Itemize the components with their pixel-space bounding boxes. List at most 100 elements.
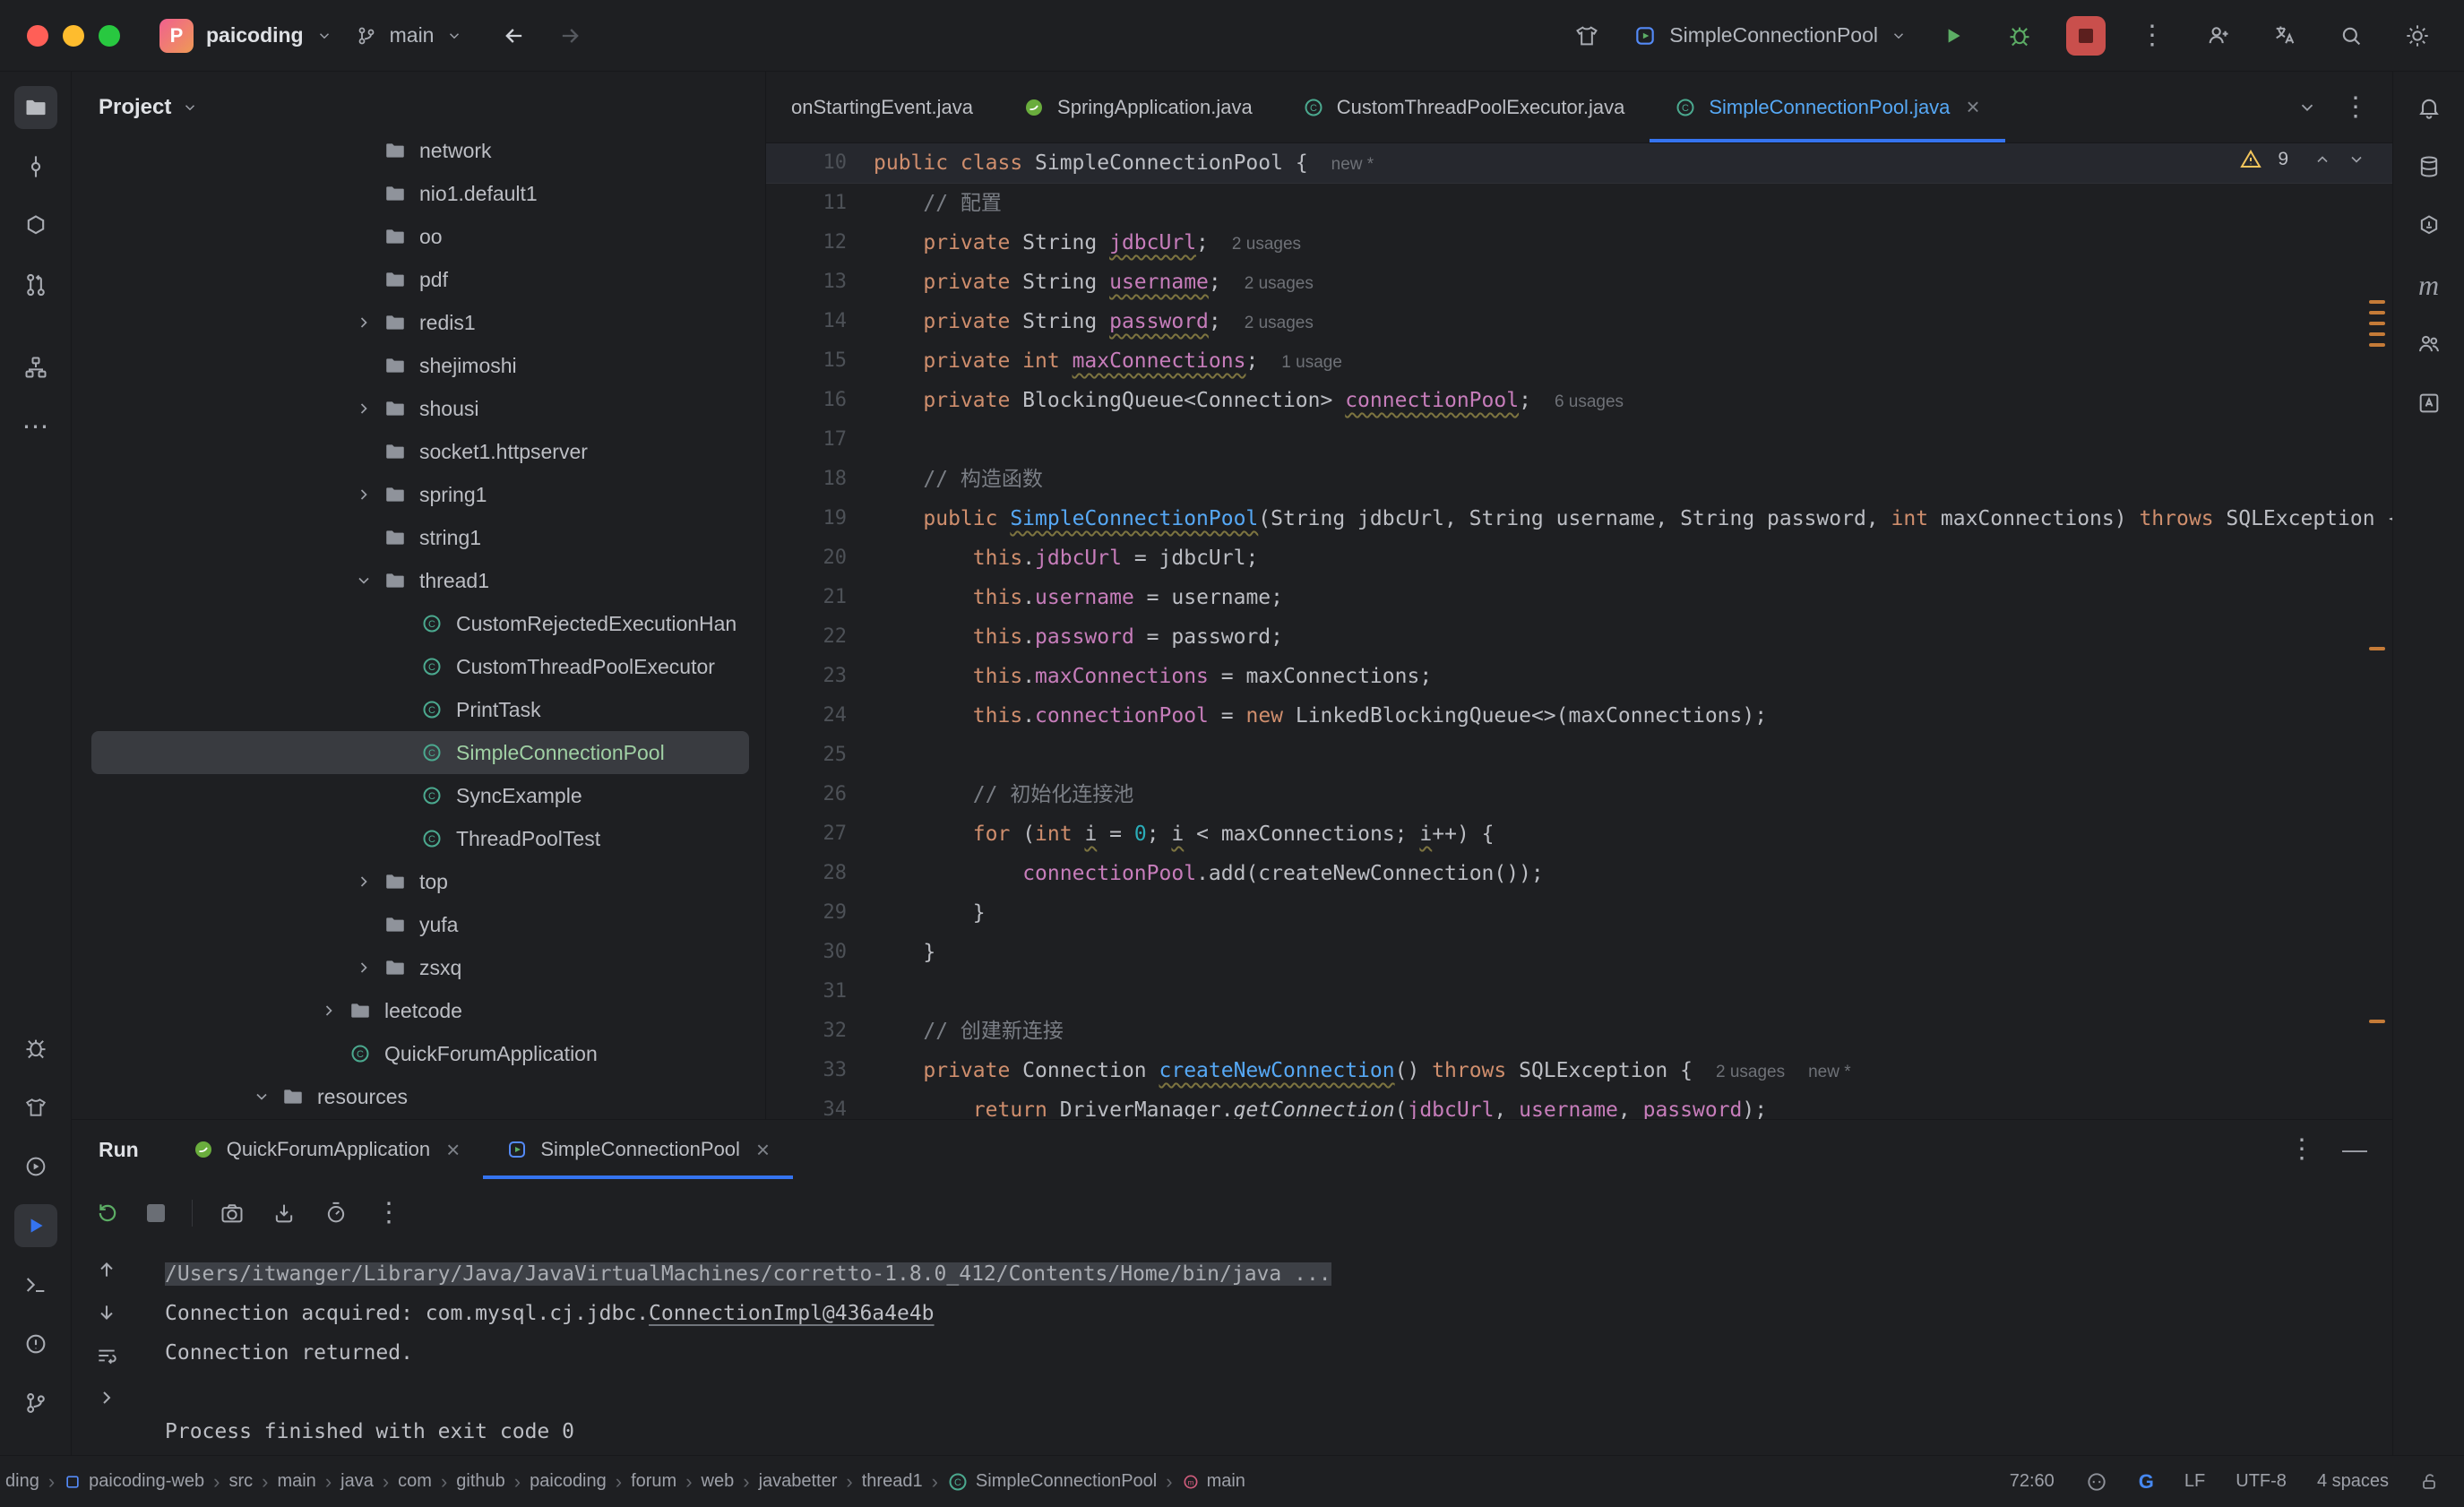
usages-hint[interactable]: 2 usages [1716,1063,1785,1081]
tree-item[interactable]: CSimpleConnectionPool [91,731,749,774]
attach-console-button[interactable] [271,1201,297,1226]
problems-tool-button[interactable] [14,1322,57,1365]
tshirt-tool-button[interactable] [14,1086,57,1129]
usages-hint[interactable]: 2 usages [1232,235,1301,254]
tab-list-chevron-icon[interactable] [2297,98,2317,117]
run-more-options-icon[interactable]: ⋮ [2288,1136,2315,1163]
breadcrumb-item[interactable]: main [277,1471,315,1492]
tree-item[interactable]: CThreadPoolTest [72,817,765,860]
editor-more-options-icon[interactable]: ⋮ [2342,94,2369,121]
breadcrumb-item[interactable]: mmain [1182,1471,1245,1492]
more-tool-windows-button[interactable]: ⋯ [14,405,57,448]
expand-rail-button[interactable] [96,1387,117,1408]
forward-button[interactable] [557,23,582,48]
tree-chevron-icon[interactable] [346,959,382,977]
tree-item[interactable]: zsxq [72,946,765,989]
author-hint[interactable]: new * [1808,1063,1851,1081]
collab-tool-button[interactable] [14,204,57,247]
line-ending[interactable]: LF [2184,1471,2205,1492]
scroll-to-top-button[interactable] [95,1258,118,1281]
console[interactable]: /Users/itwanger/Library/Java/JavaVirtual… [72,1247,2392,1455]
tree-item[interactable]: spring1 [72,473,765,516]
tree-item[interactable]: oo [72,215,765,258]
breadcrumb-item[interactable]: web [702,1471,735,1492]
pull-requests-tool-button[interactable] [14,263,57,306]
settings-button[interactable] [2398,16,2437,56]
tree-chevron-icon[interactable] [244,1088,280,1106]
breadcrumb-item[interactable]: src [228,1471,253,1492]
tshirt-plugin-icon[interactable] [1567,16,1607,56]
tree-item[interactable]: CPrintTask [72,688,765,731]
tree-chevron-icon[interactable] [311,1002,347,1020]
editor-area[interactable]: onStartingEvent.javaSpringApplication.ja… [766,72,2392,1119]
rerun-button[interactable] [95,1201,120,1226]
search-everywhere-button[interactable] [2331,16,2371,56]
tree-item[interactable]: network [72,143,765,172]
usages-hint[interactable]: 2 usages [1245,274,1314,293]
debug-tool-button[interactable] [14,1027,57,1070]
thread-dump-button[interactable] [220,1201,245,1226]
translate-button[interactable] [2265,16,2305,56]
usages-hint[interactable]: 6 usages [1555,392,1624,411]
minimize-window-button[interactable] [63,25,84,47]
back-button[interactable] [502,23,527,48]
tree-chevron-icon[interactable] [346,314,382,332]
editor-tab[interactable]: SpringApplication.java [998,72,1278,142]
structure-tool-button[interactable] [14,346,57,389]
console-output[interactable]: /Users/itwanger/Library/Java/JavaVirtual… [142,1247,2392,1455]
soft-wrap-button[interactable] [95,1344,118,1367]
tree-item[interactable]: CQuickForumApplication [72,1032,765,1075]
unlocked-icon[interactable] [2419,1471,2441,1493]
tree-item[interactable]: pdf [72,258,765,301]
editor-tab[interactable]: onStartingEvent.java [766,72,998,142]
run-tool-button[interactable] [14,1204,57,1247]
tree-item[interactable]: resources [72,1075,765,1118]
tree-item[interactable]: socket1.httpserver [72,430,765,473]
breadcrumb-item[interactable]: javabetter [759,1471,838,1492]
file-encoding[interactable]: UTF-8 [2236,1471,2287,1492]
tree-item[interactable]: yufa [72,903,765,946]
tree-item[interactable]: shejimoshi [72,344,765,387]
tree-chevron-icon[interactable] [346,572,382,590]
editor-tab[interactable]: CSimpleConnectionPool.java× [1650,72,2004,142]
g-translate-icon[interactable]: G [2139,1470,2154,1494]
run-toolbar-more-icon[interactable]: ⋮ [375,1200,402,1227]
inspections-widget[interactable]: 9 [2240,149,2365,170]
tree-item[interactable]: redis1 [72,301,765,344]
run-config-selector[interactable]: SimpleConnectionPool [1633,23,1907,47]
tree-chevron-icon[interactable] [346,873,382,891]
run-tab[interactable]: SimpleConnectionPool× [483,1120,793,1179]
usages-hint[interactable]: 1 usage [1281,353,1342,372]
project-tree[interactable]: networknio1.default1oopdfredis1shejimosh… [72,143,765,1119]
tree-item[interactable]: top [72,860,765,903]
stop-button[interactable] [2066,16,2106,56]
zoom-window-button[interactable] [99,25,120,47]
next-warning-icon[interactable] [2348,151,2365,168]
run-button[interactable] [1934,16,1973,56]
close-tab-icon[interactable]: × [1966,93,1979,121]
ai-assistant-tool-button[interactable] [2408,204,2451,247]
usages-hint[interactable]: 2 usages [1245,314,1314,332]
more-actions-button[interactable]: ⋮ [2132,16,2172,56]
version-control-tool-button[interactable] [14,1382,57,1425]
breadcrumb-item[interactable]: paicoding [530,1471,607,1492]
breadcrumb-item[interactable]: paicoding-web [64,1471,204,1492]
close-tab-icon[interactable]: × [446,1136,460,1164]
minimize-panel-icon[interactable]: — [2342,1135,2367,1164]
commit-tool-button[interactable] [14,145,57,188]
breadcrumb-item[interactable]: java [340,1471,374,1492]
prev-warning-icon[interactable] [2313,151,2331,168]
close-window-button[interactable] [27,25,48,47]
tree-item[interactable]: CSyncExample [72,774,765,817]
code-editor[interactable]: 11// 配置12private String jdbcUrl;2 usages… [766,184,2392,1119]
tree-item[interactable]: leetcode [72,989,765,1032]
breadcrumb-item[interactable]: CSimpleConnectionPool [947,1471,1157,1493]
tree-item[interactable]: shousi [72,387,765,430]
breadcrumb-item[interactable]: github [456,1471,505,1492]
project-widget[interactable]: P paicoding [159,19,332,53]
tree-item[interactable]: thread1 [72,559,765,602]
dependencies-tool-button[interactable] [2408,323,2451,366]
copilot-status-icon[interactable] [2085,1470,2108,1494]
code-with-me-button[interactable] [2199,16,2238,56]
translation-tool-button[interactable] [2408,382,2451,425]
